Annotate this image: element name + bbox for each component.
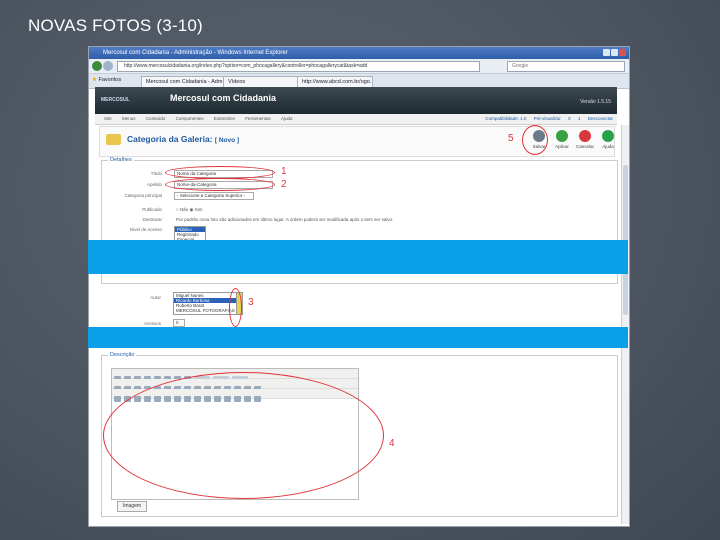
image-button[interactable]: Imagem [117, 501, 147, 512]
unlock-label: Destravar [142, 217, 162, 222]
access-label: Nível de Acesso [129, 227, 162, 232]
published-no-label: Não [179, 207, 189, 212]
annotation-number-2: 2 [281, 179, 287, 190]
status-links: Compatibilidade: 1.0 Pré-visualizar 0 1 … [479, 114, 613, 124]
annotation-number-4: 4 [389, 438, 395, 449]
slide-title: NOVAS FOTOS (3-10) [28, 16, 203, 35]
admin-header: MERCOSUL Mercosul com Cidadania Versão 1… [95, 87, 617, 114]
title-label: Título [150, 171, 162, 176]
admin-menu: Site Menus Conteúdo Componentes Extensõe… [95, 114, 617, 125]
compatibility-link[interactable]: Compatibilidade: 1.0 [485, 114, 526, 124]
menu-help[interactable]: Ajuda [281, 114, 293, 124]
cancel-button[interactable]: Cancelar [574, 130, 596, 149]
highlight-band [88, 240, 628, 274]
menu-extensions[interactable]: Extensões [214, 114, 235, 124]
minimize-button[interactable] [603, 49, 610, 56]
unlock-text: Por padrão nova foto são adicionados em … [176, 217, 394, 222]
annotation-ellipse-4 [103, 372, 384, 499]
forward-arrow-icon[interactable] [103, 61, 113, 71]
page-scrollbar[interactable] [621, 125, 629, 524]
check-icon [556, 130, 568, 142]
published-radio-group: ○ Não ◉ Sim [176, 207, 202, 213]
preview-link[interactable]: Pré-visualizar [534, 114, 561, 124]
annotation-number-3: 3 [248, 297, 254, 308]
close-button[interactable] [619, 49, 626, 56]
hits-label: Acessos [143, 321, 161, 326]
description-legend: Descrição [108, 352, 137, 358]
search-input[interactable]: Google [507, 61, 625, 72]
annotation-number-1: 1 [281, 166, 287, 177]
authors-label: Autor [150, 295, 161, 300]
page-subtitle: [ Novo ] [214, 137, 240, 144]
hits-input[interactable]: 0 [173, 319, 185, 327]
annotation-ellipse-2 [165, 178, 275, 191]
annotation-ellipse-3 [229, 288, 242, 327]
menu-components[interactable]: Componentes [176, 114, 204, 124]
alias-label: Apelido [146, 182, 162, 187]
page-title: Categoria da Galeria: [ Novo ] [127, 134, 240, 144]
author-option[interactable]: MERCOSUL FOTOGRAFIAS 1.5 [174, 308, 236, 313]
annotation-number-5: 5 [508, 133, 514, 144]
window-title: Mercosul com Cidadania - Administração -… [103, 50, 288, 56]
details-legend: Detalhes [108, 157, 134, 163]
back-arrow-icon[interactable] [92, 61, 102, 71]
menu-menus[interactable]: Menus [122, 114, 136, 124]
folder-icon [106, 134, 121, 145]
menu-tools[interactable]: Ferramentas [245, 114, 271, 124]
annotation-ellipse-5 [522, 125, 548, 155]
parent-select[interactable]: - Selecione a Categoria Superior - [174, 192, 254, 200]
help-icon [602, 130, 614, 142]
users-count: 1 [577, 116, 581, 121]
window-title-bar: Mercosul com Cidadania - Administração -… [89, 47, 629, 59]
logout-link[interactable]: Desconectar [588, 114, 613, 124]
highlight-band [88, 327, 628, 348]
published-yes-label: Sim [194, 207, 203, 212]
authors-listbox[interactable]: Miguel Nunes Ricardo Barbosa Roberto Bar… [173, 292, 237, 315]
parent-label: Categoria principal [124, 193, 162, 198]
cancel-icon [579, 130, 591, 142]
apply-button[interactable]: Aplicar [551, 130, 573, 149]
version-label: Versão 1.5.15 [580, 99, 611, 105]
favorites-button[interactable]: ★ Favoritos [92, 77, 121, 83]
site-name: Mercosul com Cidadania [170, 93, 277, 103]
menu-content[interactable]: Conteúdo [146, 114, 166, 124]
address-bar-row: http://www.mercosulcidadania.org/index.p… [89, 59, 629, 74]
site-logo: MERCOSUL [101, 97, 130, 103]
published-label: Publicado [142, 207, 162, 212]
help-button[interactable]: Ajuda [597, 130, 619, 149]
messages-count: 0 [568, 116, 571, 121]
maximize-button[interactable] [611, 49, 618, 56]
menu-site[interactable]: Site [104, 114, 112, 124]
star-icon: ★ [92, 77, 97, 83]
table-icon[interactable] [114, 396, 121, 402]
address-input[interactable]: http://www.mercosulcidadania.org/index.p… [117, 61, 480, 72]
